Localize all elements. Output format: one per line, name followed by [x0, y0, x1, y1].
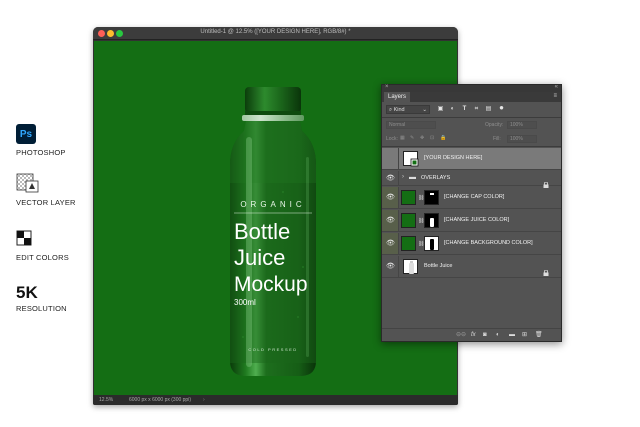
- label-line2: Juice: [234, 245, 285, 270]
- fx-icon[interactable]: fx: [471, 332, 476, 339]
- layer-row-design[interactable]: [YOUR DESIGN HERE]: [382, 148, 561, 170]
- status-bar: 12.5% 6000 px x 6000 px (300 ppi) ›: [93, 395, 458, 405]
- filter-kind-label: Kind: [393, 107, 405, 113]
- label-bottom-text: COLD PRESSED: [248, 347, 297, 352]
- feature-edit-colors: EDIT COLORS: [16, 230, 86, 262]
- trash-icon[interactable]: 🗑: [535, 332, 543, 339]
- feature-label: PHOTOSHOP: [16, 148, 66, 157]
- resolution-badge: 5K: [16, 283, 38, 302]
- adjustment-layer-icon[interactable]: ◐: [496, 332, 500, 339]
- document-info: 6000 px x 6000 px (300 ppi): [129, 397, 191, 403]
- label-volume: 300ml: [234, 298, 256, 307]
- layer-mask-thumbnail: [424, 190, 439, 205]
- layer-name: OVERLAYS: [421, 175, 451, 181]
- feature-vector-layer: VECTOR LAYER: [16, 173, 86, 207]
- label-line1: Bottle: [234, 219, 290, 244]
- panel-bottom-toolbar: ⊖⊖ fx ◙ ◐ ▬ ⊞ 🗑: [382, 328, 561, 341]
- feature-resolution: 5K RESOLUTION: [16, 283, 86, 314]
- filter-toggle-icon[interactable]: ●: [498, 104, 505, 112]
- lock-paint-icon[interactable]: ✎: [410, 135, 414, 141]
- color-fill-thumbnail: [401, 190, 416, 205]
- filter-type-icon[interactable]: T: [461, 106, 468, 113]
- filter-shape-icon[interactable]: ⌗: [473, 106, 480, 113]
- layer-mask-thumbnail: [424, 213, 439, 228]
- bottle-thumbnail: [403, 259, 418, 274]
- new-layer-icon[interactable]: ⊞: [522, 332, 527, 339]
- panel-tabbar: Layers ≡: [382, 92, 561, 102]
- lock-artboard-icon[interactable]: ⊡: [430, 135, 434, 141]
- link-layers-icon[interactable]: ⊖⊖: [456, 332, 466, 339]
- lock-icon: [543, 263, 549, 276]
- group-expand-icon[interactable]: ›: [402, 174, 404, 180]
- juice-bottle-mockup: ORGANIC Bottle Juice Mockup 300ml COLD P…: [230, 87, 316, 376]
- layer-row-juice-color[interactable]: 👁 ⛓ [CHANGE JUICE COLOR]: [382, 210, 561, 232]
- lock-row: Lock: ▦ ✎ ✥ ⊡ 🔒 Fill: 100%: [382, 133, 561, 145]
- add-mask-icon[interactable]: ◙: [483, 332, 487, 339]
- lock-position-icon[interactable]: ✥: [420, 135, 424, 141]
- chain-link-icon[interactable]: ⛓: [418, 241, 424, 248]
- lock-icon: [543, 175, 549, 188]
- blend-row: Normal Opacity: 100%: [382, 119, 561, 131]
- smart-object-thumbnail: [403, 151, 419, 167]
- lock-transparent-icon[interactable]: ▦: [400, 135, 405, 141]
- filter-row: ⌕ Kind ⌄ ▣ ◐ T ⌗ ▤ ●: [382, 103, 561, 117]
- color-fill-thumbnail: [401, 236, 416, 251]
- opacity-label: Opacity:: [485, 122, 504, 128]
- layer-row-bottle-juice[interactable]: 👁 Bottle Juice: [382, 256, 561, 278]
- panel-close-icon[interactable]: ×: [385, 84, 389, 90]
- layer-name: [CHANGE CAP COLOR]: [444, 194, 505, 200]
- layers-panel: × « Layers ≡ ⌕ Kind ⌄ ▣ ◐ T ⌗ ▤ ● Normal …: [381, 84, 562, 342]
- feature-label: VECTOR LAYER: [16, 198, 76, 207]
- opacity-field[interactable]: 100%: [507, 121, 537, 129]
- label-top-text: ORGANIC: [240, 200, 305, 209]
- layer-mask-thumbnail: [424, 236, 439, 251]
- color-fill-thumbnail: [401, 213, 416, 228]
- lock-all-icon[interactable]: 🔒: [440, 135, 446, 141]
- status-arrow-icon[interactable]: ›: [203, 397, 205, 403]
- layer-row-cap-color[interactable]: 👁 ⛓ [CHANGE CAP COLOR]: [382, 187, 561, 209]
- eye-icon[interactable]: 👁: [386, 175, 395, 183]
- zoom-level[interactable]: 12.5%: [99, 397, 113, 403]
- fill-field[interactable]: 100%: [507, 135, 537, 143]
- chain-link-icon[interactable]: ⛓: [418, 218, 424, 225]
- eye-icon[interactable]: 👁: [386, 194, 395, 202]
- layer-name: [CHANGE JUICE COLOR]: [444, 217, 510, 223]
- vector-layer-icon: [16, 173, 39, 193]
- window-title: Untitled-1 @ 12.5% ([YOUR DESIGN HERE], …: [200, 29, 351, 35]
- edit-colors-icon: [16, 230, 32, 246]
- photoshop-icon: Ps: [16, 124, 36, 144]
- layer-name: Bottle Juice: [424, 263, 453, 269]
- tab-layers[interactable]: Layers: [384, 92, 411, 102]
- filter-smartobject-icon[interactable]: ▤: [485, 106, 492, 113]
- fill-label: Fill:: [493, 136, 501, 142]
- layer-row-background-color[interactable]: 👁 ⛓ [CHANGE BACKGROUND COLOR]: [382, 233, 561, 255]
- layer-name: [YOUR DESIGN HERE]: [424, 155, 483, 161]
- filter-pixel-icon[interactable]: ▣: [437, 106, 444, 113]
- eye-icon[interactable]: 👁: [386, 217, 395, 225]
- bottle-cap: [245, 87, 301, 113]
- chain-link-icon[interactable]: ⛓: [418, 195, 424, 202]
- window-titlebar[interactable]: Untitled-1 @ 12.5% ([YOUR DESIGN HERE], …: [93, 27, 458, 40]
- new-group-icon[interactable]: ▬: [509, 332, 515, 339]
- feature-label: RESOLUTION: [16, 304, 67, 313]
- label-line3: Mockup: [234, 273, 308, 296]
- layer-row-overlays[interactable]: 👁 › ▬ OVERLAYS: [382, 171, 561, 188]
- visibility-toggle[interactable]: [386, 155, 395, 163]
- eye-icon[interactable]: 👁: [386, 263, 395, 271]
- panel-collapse-icon[interactable]: «: [555, 84, 558, 90]
- layer-name: [CHANGE BACKGROUND COLOR]: [444, 240, 533, 246]
- eye-icon[interactable]: 👁: [386, 240, 395, 248]
- feature-photoshop: Ps PHOTOSHOP: [16, 124, 86, 157]
- blend-mode-select[interactable]: Normal: [386, 121, 436, 129]
- folder-icon: ▬: [409, 174, 416, 181]
- panel-menu-icon[interactable]: ≡: [553, 93, 557, 99]
- chevron-down-icon: ⌄: [422, 107, 427, 113]
- feature-label: EDIT COLORS: [16, 253, 69, 262]
- filter-adjustment-icon[interactable]: ◐: [449, 106, 456, 113]
- filter-kind-select[interactable]: ⌕ Kind ⌄: [386, 105, 430, 114]
- lock-label: Lock:: [386, 136, 398, 142]
- panel-header[interactable]: × «: [382, 84, 561, 92]
